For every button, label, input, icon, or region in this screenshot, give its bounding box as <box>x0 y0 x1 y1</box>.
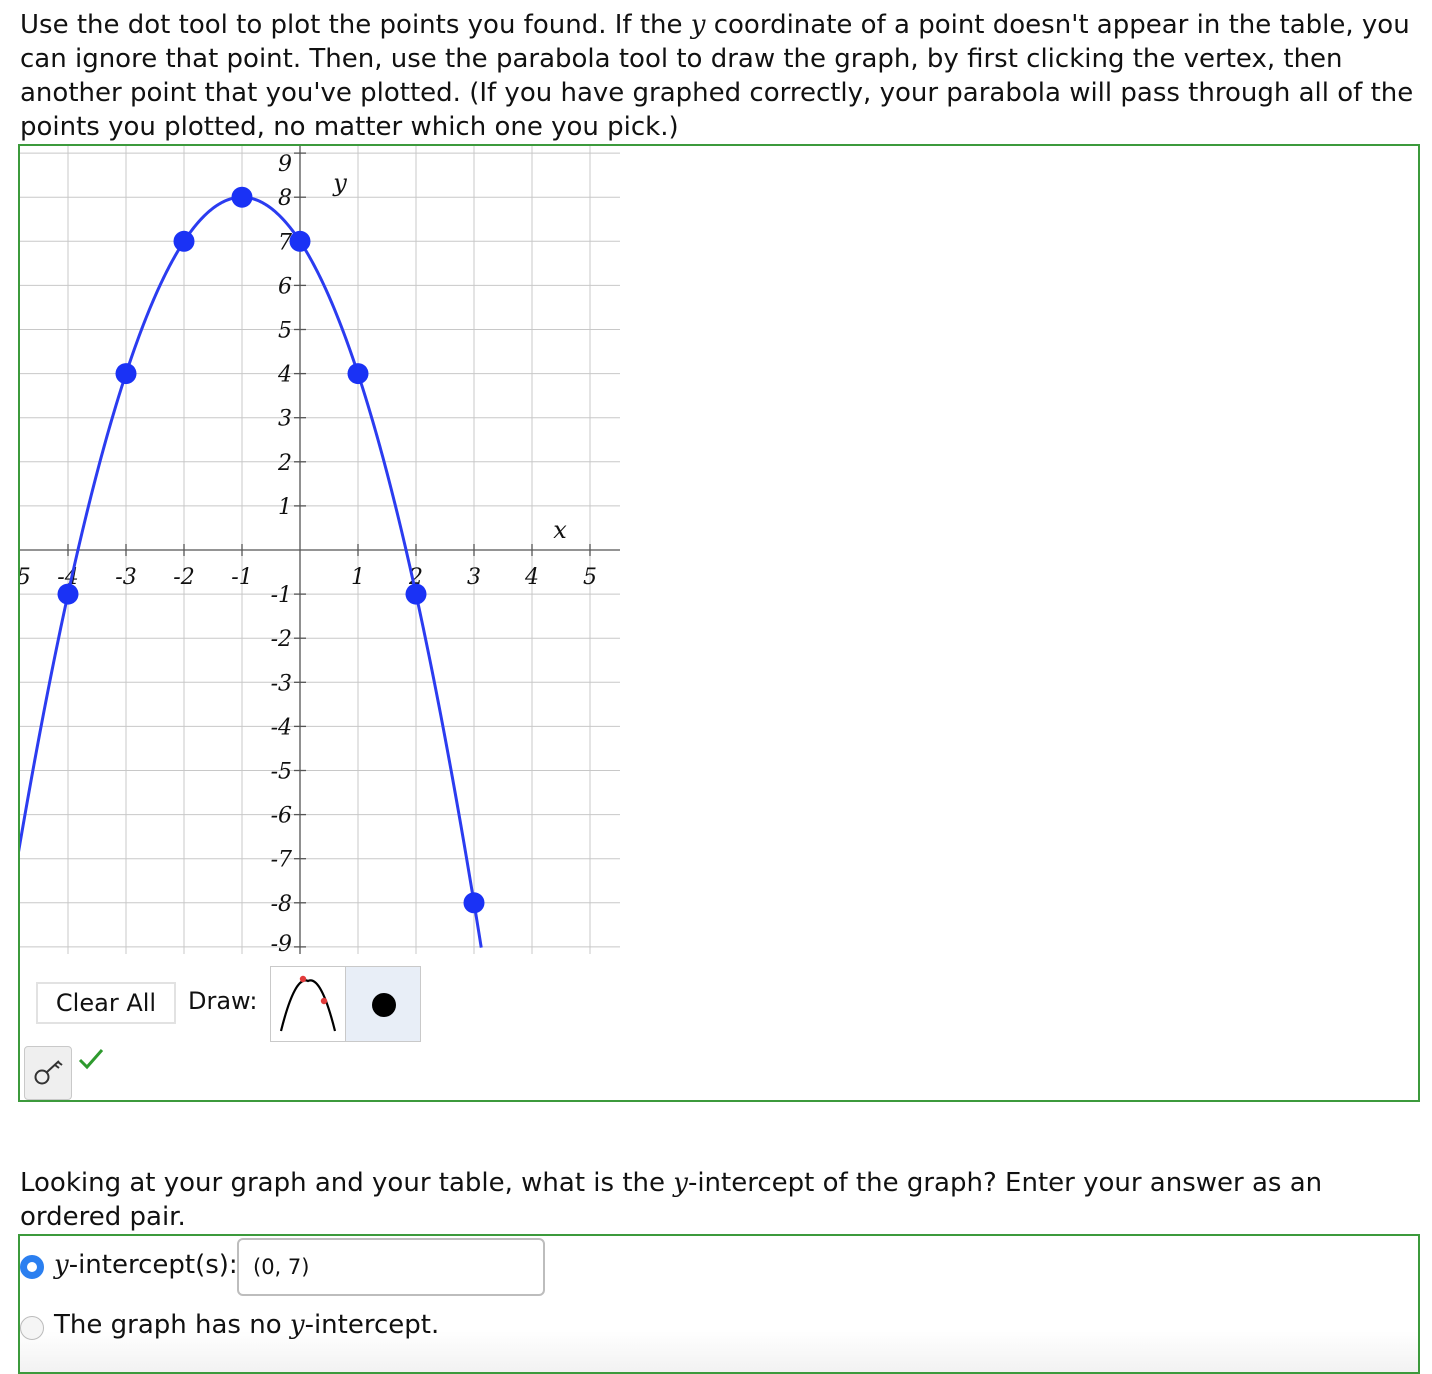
y-tick-label: -9 <box>271 932 292 954</box>
plotted-point[interactable] <box>115 363 137 385</box>
parabola-icon <box>279 975 337 1032</box>
x-tick-label: -5 <box>20 565 31 590</box>
y-axis-label: y <box>332 169 347 197</box>
option-no-intercept-post: -intercept. <box>304 1310 440 1340</box>
option-no-intercept-variable: y <box>289 1310 305 1340</box>
x-tick-label: -3 <box>115 565 136 590</box>
intercept-question: Looking at your graph and your table, wh… <box>20 1166 1420 1234</box>
plotted-point[interactable] <box>57 583 79 605</box>
x-tick-label: 1 <box>351 565 365 590</box>
correct-checkmark-icon <box>78 1049 104 1070</box>
plotted-point[interactable] <box>173 230 195 252</box>
y-tick-label: -5 <box>271 760 292 785</box>
dot-icon <box>372 993 396 1017</box>
coordinate-grid[interactable]: -5-4-3-2-112345987654321-1-2-3-4-5-6-7-8… <box>20 146 620 954</box>
x-axis-label: x <box>553 516 567 544</box>
y-tick-label: -4 <box>271 715 292 740</box>
y-tick-label: 6 <box>278 274 292 299</box>
tick-labels: -5-4-3-2-112345987654321-1-2-3-4-5-6-7-8… <box>20 152 597 954</box>
y-tick-label: 2 <box>277 451 292 476</box>
y-tick-label: -1 <box>271 583 292 608</box>
plotted-point[interactable] <box>347 363 369 385</box>
option-intercept-variable: y <box>54 1250 69 1280</box>
x-tick-label: 4 <box>524 565 539 590</box>
key-icon <box>34 1060 63 1085</box>
axes <box>20 146 620 954</box>
y-tick-label: -6 <box>271 804 292 829</box>
intercept-answer-input[interactable] <box>237 1238 545 1296</box>
y-tick-label: 9 <box>278 152 292 177</box>
x-tick-label: -2 <box>173 565 194 590</box>
y-tick-label: -3 <box>271 671 292 696</box>
y-tick-label: 4 <box>277 363 292 388</box>
y-tick-label: -2 <box>271 627 292 652</box>
option-intercept-label: y-intercept(s): <box>54 1250 238 1280</box>
draw-label: Draw: <box>188 987 258 1015</box>
parabola-tool-button[interactable] <box>270 966 346 1042</box>
question-part1: Looking at your graph and your table, wh… <box>20 1168 674 1198</box>
option-intercept-text: -intercept(s): <box>68 1250 238 1280</box>
y-tick-label: 8 <box>278 186 292 211</box>
option-no-intercept-label: The graph has no y-intercept. <box>54 1310 439 1340</box>
question-variable: y <box>673 1168 688 1198</box>
y-tick-label: -7 <box>271 848 292 873</box>
x-tick-label: -1 <box>231 565 252 590</box>
plotted-point[interactable] <box>231 186 253 208</box>
instructions-part1: Use the dot tool to plot the points you … <box>20 10 691 40</box>
x-tick-label: 5 <box>583 565 597 590</box>
plotted-point[interactable] <box>463 892 485 914</box>
y-tick-label: 5 <box>278 319 292 344</box>
y-tick-label: 3 <box>278 407 292 432</box>
clear-all-button[interactable]: Clear All <box>36 982 176 1024</box>
y-tick-label: -8 <box>271 892 292 917</box>
instructions-variable: y <box>690 10 706 40</box>
x-tick-label: 3 <box>467 565 481 590</box>
option-intercept-radio[interactable] <box>20 1255 44 1279</box>
y-tick-label: 1 <box>278 495 292 520</box>
dot-tool-button[interactable] <box>345 966 421 1042</box>
plotted-point[interactable] <box>405 583 427 605</box>
key-button[interactable] <box>24 1046 72 1100</box>
option-no-intercept-pre: The graph has no <box>54 1310 290 1340</box>
plotted-point[interactable] <box>289 230 311 252</box>
option-no-intercept-radio[interactable] <box>20 1316 44 1340</box>
graph-instructions: Use the dot tool to plot the points you … <box>20 8 1425 144</box>
